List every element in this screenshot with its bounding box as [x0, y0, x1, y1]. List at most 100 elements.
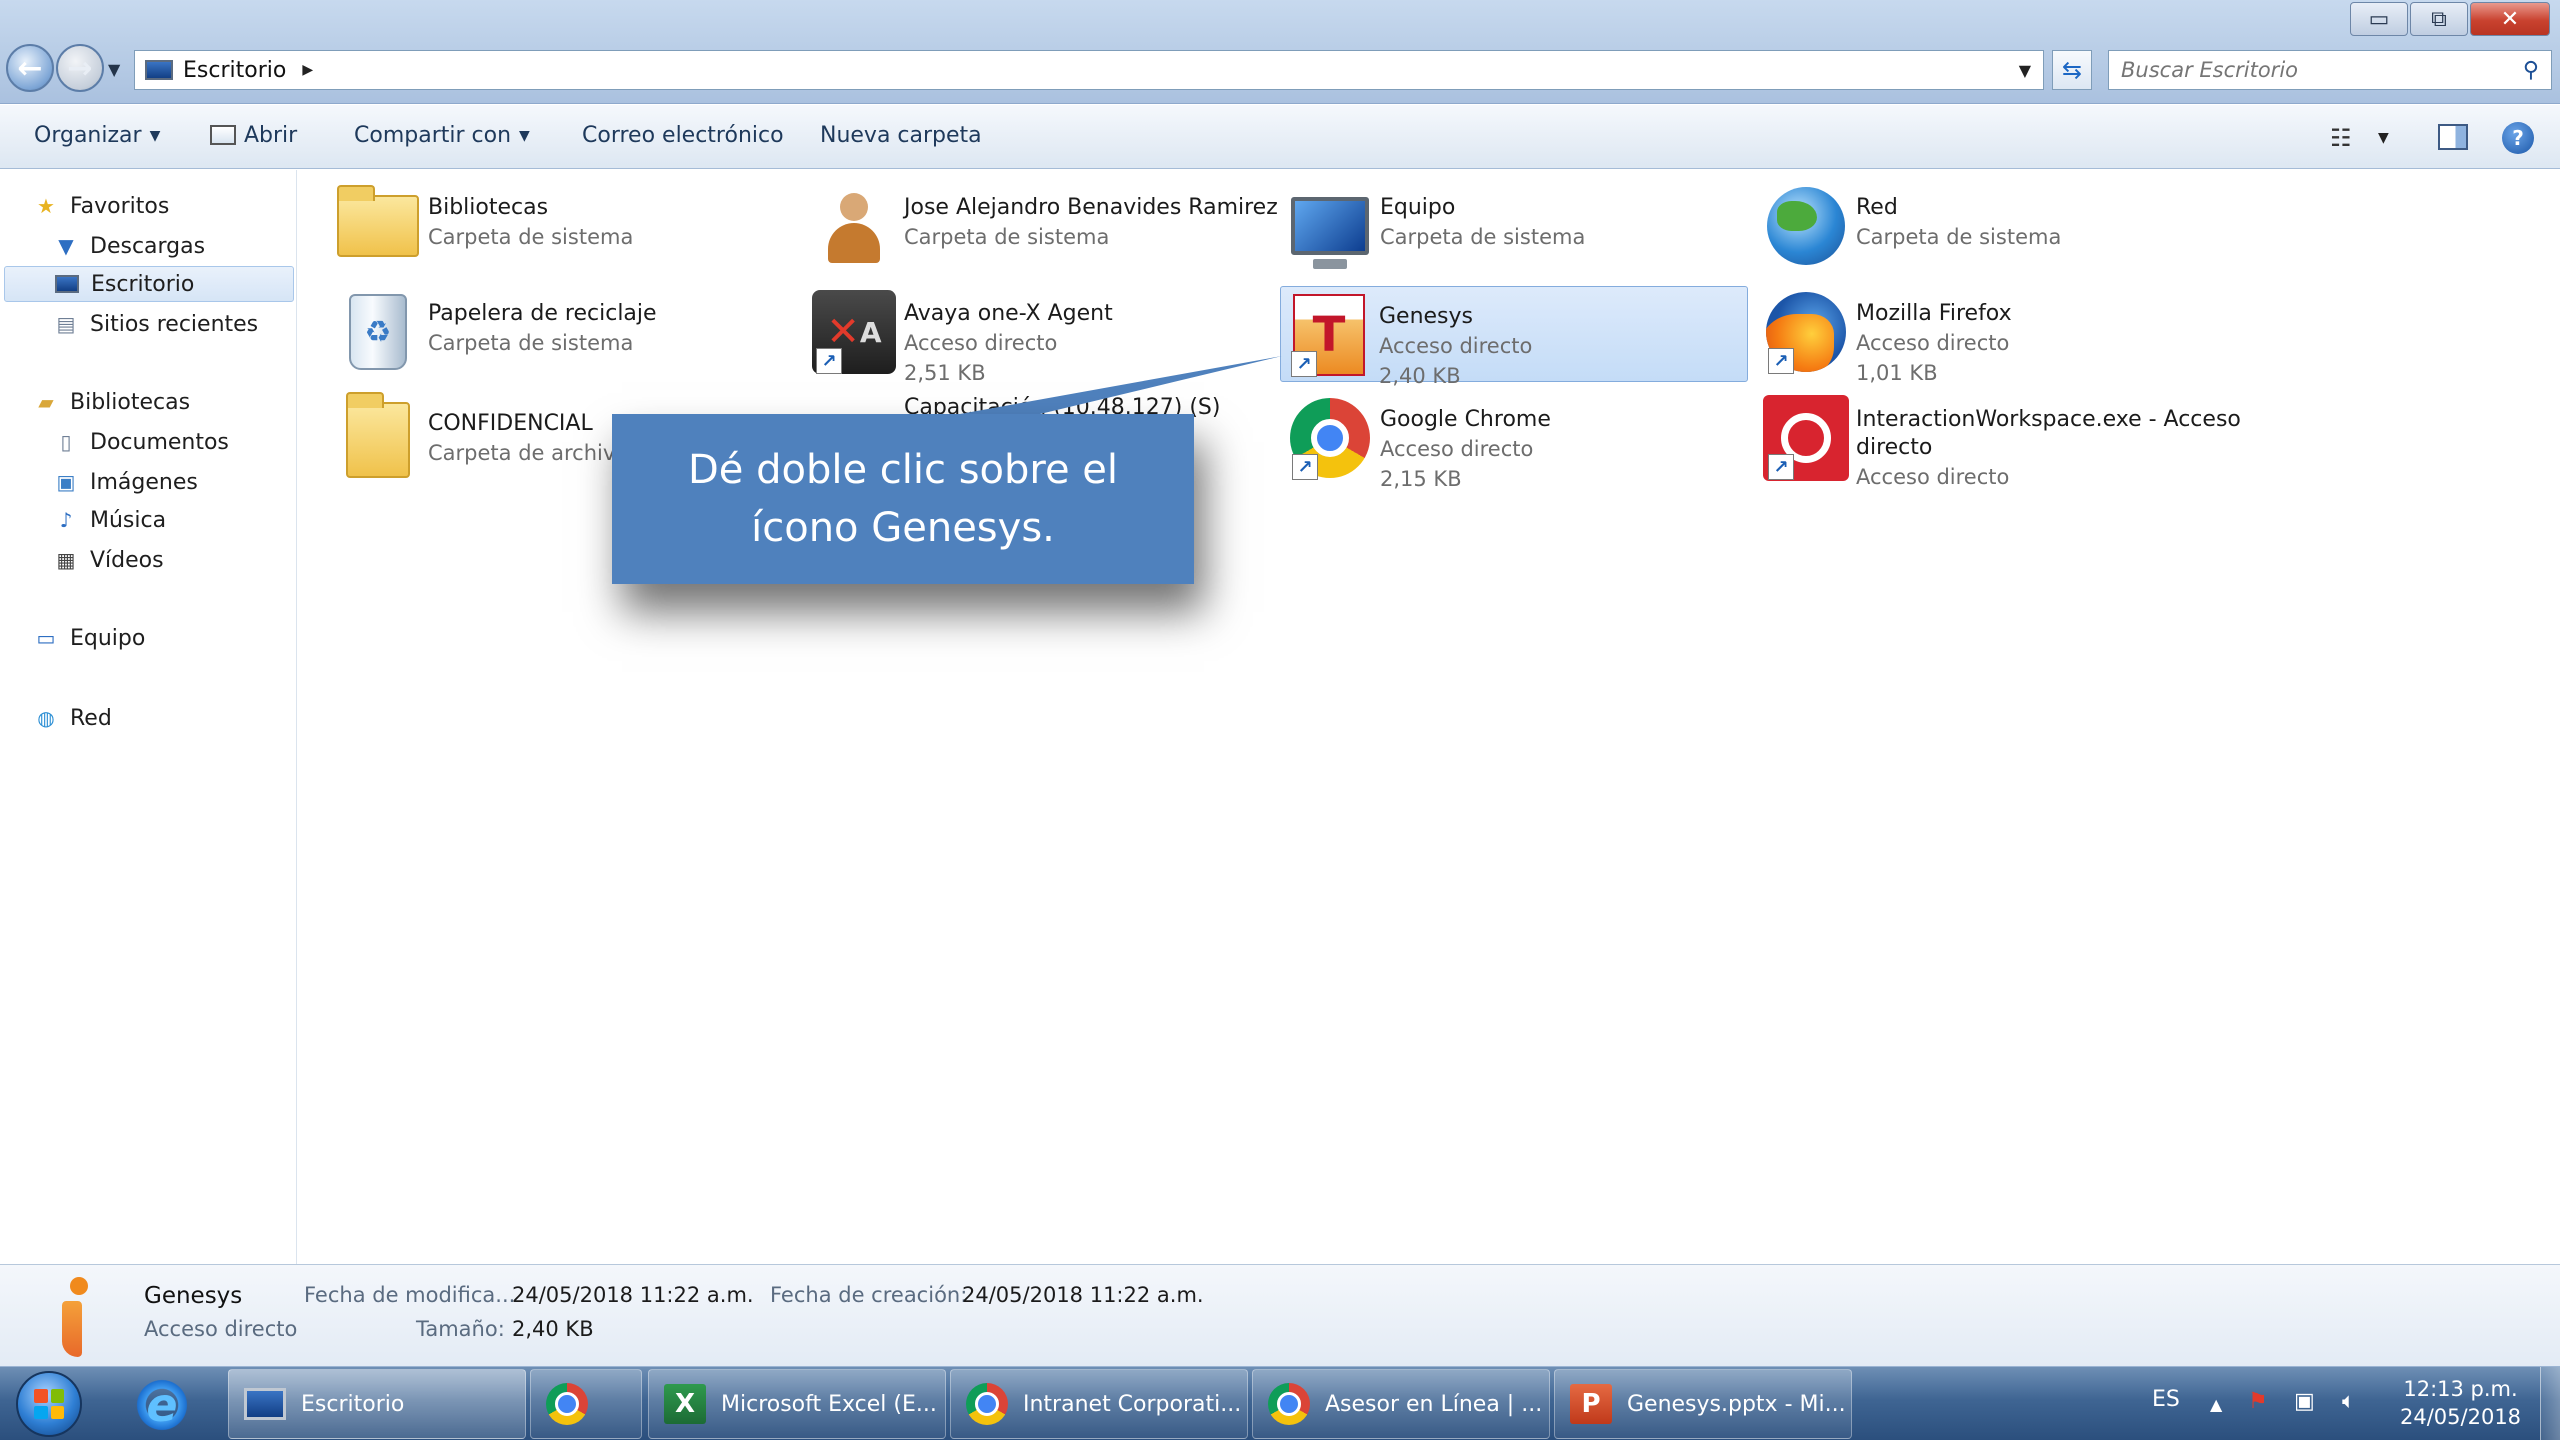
breadcrumb-chevron-icon[interactable]: ▶	[302, 62, 313, 78]
item-interactionworkspace[interactable]: ↗ InteractionWorkspace.exe - Acceso dire…	[1758, 390, 2258, 489]
item-chrome[interactable]: ↗ Google Chrome Acceso directo 2,15 KB	[1282, 390, 1752, 491]
view-dropdown-icon[interactable]: ▼	[2378, 130, 2389, 146]
action-center-flag-icon[interactable]: ⚑	[2248, 1389, 2268, 1414]
desktop-icon	[145, 60, 173, 80]
forward-button[interactable]: →	[56, 44, 104, 92]
volume-icon[interactable]: 🔈︎	[2342, 1389, 2355, 1414]
close-button[interactable]: ✕	[2470, 2, 2550, 36]
shortcut-arrow-icon: ↗	[1768, 348, 1794, 374]
minimize-button[interactable]: ▭	[2350, 2, 2408, 36]
details-modified-label: Fecha de modifica...	[304, 1283, 516, 1307]
computer-icon	[1282, 178, 1378, 274]
taskbar-intranet[interactable]: Intranet Corporati...	[950, 1369, 1248, 1439]
preview-pane-icon[interactable]	[2438, 124, 2468, 150]
item-size: 2,15 KB	[1380, 467, 1462, 491]
item-type: Carpeta de sistema	[1380, 225, 1586, 249]
refresh-icon: ⇆	[2061, 56, 2083, 84]
chrome-icon	[1267, 1382, 1311, 1426]
search-input[interactable]	[2121, 58, 2523, 82]
libraries-icon: ▰	[38, 390, 54, 414]
shortcut-arrow-icon: ↗	[1291, 351, 1317, 377]
item-equipo[interactable]: Equipo Carpeta de sistema	[1282, 178, 1752, 274]
powerpoint-icon: P	[1569, 1382, 1613, 1426]
back-button[interactable]: ←	[6, 44, 54, 92]
nav-network[interactable]: ◍ Red	[34, 700, 112, 736]
refresh-button[interactable]: ⇆	[2052, 50, 2092, 90]
nav-network-label: Red	[70, 705, 112, 731]
window-controls: ▭ ⧉ ✕	[2350, 2, 2550, 36]
open-button[interactable]: Abrir	[210, 123, 297, 148]
nav-videos-label: Vídeos	[90, 547, 164, 573]
title-address-bar: ▭ ⧉ ✕ ← → ▼ Escritorio ▶ ▼ ⇆ ⚲	[0, 0, 2560, 104]
item-name: Avaya one-X Agent	[904, 301, 1113, 326]
nav-downloads[interactable]: ▼ Descargas	[54, 228, 205, 264]
nav-desktop[interactable]: Escritorio	[4, 266, 294, 302]
details-created-label: Fecha de creación:	[770, 1283, 968, 1307]
explorer-icon	[243, 1382, 287, 1426]
breadcrumb-desktop[interactable]: Escritorio	[183, 58, 286, 83]
item-type: Acceso directo	[1380, 437, 1534, 461]
taskbar-excel-label: Microsoft Excel (E...	[721, 1391, 937, 1417]
nav-recent-label: Sitios recientes	[90, 311, 259, 337]
search-icon[interactable]: ⚲	[2523, 58, 2539, 83]
details-size-label: Tamaño:	[416, 1317, 505, 1341]
taskbar-excel[interactable]: X Microsoft Excel (E...	[648, 1369, 946, 1439]
item-type: Acceso directo	[1379, 334, 1533, 358]
new-folder-label: Nueva carpeta	[820, 123, 982, 148]
taskbar-powerpoint[interactable]: P Genesys.pptx - Mi...	[1554, 1369, 1852, 1439]
item-firefox[interactable]: ↗ Mozilla Firefox Acceso directo 1,01 KB	[1758, 284, 2228, 385]
genesys-icon	[52, 1277, 108, 1359]
new-folder-button[interactable]: Nueva carpeta	[820, 123, 982, 148]
item-avaya[interactable]: ✕ A ↗ Avaya one-X Agent Acceso directo 2,5…	[806, 284, 1276, 385]
maximize-button[interactable]: ⧉	[2410, 2, 2468, 36]
nav-documents[interactable]: ▯ Documentos	[54, 424, 228, 460]
address-bar[interactable]: Escritorio ▶ ▼	[134, 50, 2044, 90]
nav-videos[interactable]: ▦ Vídeos	[54, 542, 164, 578]
taskbar-asesor-label: Asesor en Línea | ...	[1325, 1391, 1543, 1417]
caret-down-icon: ▼	[519, 128, 530, 144]
window-icon	[210, 125, 236, 145]
start-button[interactable]	[16, 1371, 82, 1437]
search-box[interactable]: ⚲	[2108, 50, 2552, 90]
document-icon: ▯	[60, 430, 72, 454]
nav-recent[interactable]: ▤ Sitios recientes	[54, 306, 259, 342]
item-papelera[interactable]: ♻ Papelera de reciclaje Carpeta de siste…	[330, 284, 800, 380]
item-genesys[interactable]: T ↗ Genesys Acceso directo 2,40 KB	[1280, 286, 1748, 388]
nav-computer[interactable]: ▭ Equipo	[34, 620, 146, 656]
nav-music[interactable]: ♪ Música	[54, 502, 166, 538]
item-type: Carpeta de sistema	[428, 331, 634, 355]
show-desktop-button[interactable]	[2540, 1367, 2560, 1440]
details-modified-value: 24/05/2018 11:22 a.m.	[512, 1283, 754, 1307]
details-pane: Genesys Acceso directo Fecha de modifica…	[0, 1264, 2560, 1366]
details-name: Genesys	[144, 1283, 243, 1309]
item-name: Genesys	[1379, 304, 1474, 329]
recent-pages-dropdown[interactable]: ▼	[108, 60, 120, 79]
help-icon[interactable]: ?	[2502, 122, 2534, 154]
network-tray-icon[interactable]: ▣	[2294, 1389, 2315, 1414]
item-red[interactable]: Red Carpeta de sistema	[1758, 178, 2228, 274]
nav-favorites[interactable]: ★ Favoritos	[34, 188, 169, 224]
nav-computer-label: Equipo	[70, 625, 146, 651]
taskbar-chrome[interactable]	[530, 1369, 642, 1439]
taskbar-asesor[interactable]: Asesor en Línea | ...	[1252, 1369, 1550, 1439]
internet-explorer-icon[interactable]: e	[134, 1377, 190, 1433]
email-button[interactable]: Correo electrónico	[582, 123, 784, 148]
nav-libraries[interactable]: ▰ Bibliotecas	[34, 384, 190, 420]
taskbar: e Escritorio X Microsoft Excel (E... Int…	[0, 1366, 2560, 1440]
item-bibliotecas[interactable]: Bibliotecas Carpeta de sistema	[330, 178, 800, 274]
clock[interactable]: 12:13 p.m. 24/05/2018	[2400, 1375, 2521, 1431]
nav-pictures[interactable]: ▣ Imágenes	[54, 464, 198, 500]
view-options-icon[interactable]: ☷	[2330, 124, 2352, 152]
show-hidden-icons[interactable]: ▲	[2210, 1395, 2222, 1414]
genesys-icon: T ↗	[1281, 287, 1377, 383]
folder-icon	[330, 392, 426, 488]
taskbar-explorer[interactable]: Escritorio	[228, 1369, 526, 1439]
share-menu[interactable]: Compartir con ▼	[354, 123, 530, 148]
organize-menu[interactable]: Organizar ▼	[34, 123, 160, 148]
language-indicator[interactable]: ES	[2152, 1387, 2180, 1412]
libraries-folder-icon	[330, 178, 426, 274]
item-user-folder[interactable]: Jose Alejandro Benavides Ramirez Carpeta…	[806, 178, 1278, 274]
arrow-right-icon: →	[67, 50, 93, 86]
taskbar-explorer-label: Escritorio	[301, 1391, 405, 1417]
address-dropdown-icon[interactable]: ▼	[2019, 61, 2031, 80]
